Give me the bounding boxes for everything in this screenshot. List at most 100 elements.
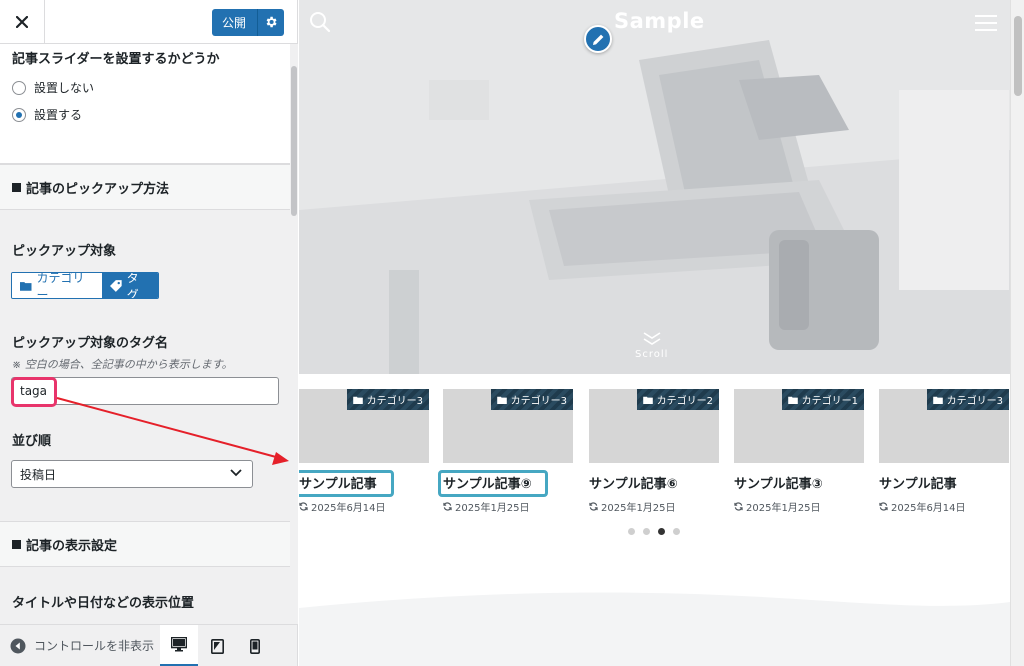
radio-circle[interactable]	[12, 80, 26, 95]
radio-label: 設置しない	[34, 81, 95, 95]
radio-circle-checked[interactable]	[12, 107, 26, 122]
category-label: カテゴリー3	[510, 396, 567, 407]
slider-card[interactable]: カテゴリー3 サンプル記事 2025年6月14日	[299, 389, 429, 519]
pickup-target-label: ピックアップ対象	[12, 244, 117, 259]
card-title[interactable]: サンプル記事	[879, 473, 957, 492]
preview-scrollbar-thumb[interactable]	[1014, 16, 1022, 96]
arrow-left-circle-icon	[10, 638, 26, 653]
folder-icon	[496, 396, 507, 404]
folder-icon	[20, 281, 32, 291]
tag-name-input[interactable]	[11, 377, 279, 405]
radio-label: 設置する	[34, 108, 83, 122]
toggle-tag-label: タグ	[126, 272, 139, 299]
chevron-down-icon	[230, 469, 242, 477]
site-title[interactable]: Sample	[614, 9, 705, 33]
publish-button[interactable]: 公開	[212, 9, 284, 36]
refresh-icon	[443, 502, 452, 511]
pager-dot[interactable]	[628, 528, 635, 535]
category-badge[interactable]: カテゴリー3	[926, 389, 1009, 410]
pickup-section-title: 記事のピックアップ方法	[26, 181, 170, 197]
refresh-icon	[734, 502, 743, 511]
card-date: 2025年6月14日	[299, 499, 386, 514]
category-label: カテゴリー2	[656, 396, 713, 407]
folder-icon	[642, 396, 653, 404]
display-position-label: タイトルや日付などの表示位置	[12, 596, 195, 611]
scroll-label: Scroll	[635, 349, 669, 360]
radio-use-slider[interactable]: 設置する	[12, 106, 82, 123]
square-bullet-icon	[12, 182, 21, 192]
panel-scrollbar[interactable]	[290, 44, 298, 624]
category-label: カテゴリー3	[366, 396, 423, 407]
category-label: カテゴリー3	[946, 396, 1003, 407]
preview-desktop-button[interactable]	[160, 625, 198, 666]
category-badge[interactable]: カテゴリー3	[346, 389, 429, 410]
tag-icon	[110, 279, 122, 292]
slider-card[interactable]: カテゴリー1 サンプル記事③ 2025年1月25日	[734, 389, 864, 519]
refresh-icon	[879, 502, 888, 511]
order-label: 並び順	[12, 434, 52, 449]
slider-card[interactable]: カテゴリー2 サンプル記事⑥ 2025年1月25日	[589, 389, 719, 519]
preview-scrollbar[interactable]	[1010, 0, 1024, 666]
panel-header: 公開	[0, 0, 297, 44]
square-bullet-icon	[12, 539, 21, 549]
card-title[interactable]: サンプル記事	[299, 473, 377, 492]
mobile-icon	[250, 638, 260, 654]
pickup-section-header: 記事のピックアップ方法	[0, 164, 290, 210]
display-section-header: 記事の表示設定	[0, 521, 290, 567]
pager-dot[interactable]	[673, 528, 680, 535]
card-date: 2025年6月14日	[879, 499, 966, 514]
card-date-text: 2025年1月25日	[601, 503, 676, 514]
tag-name-note: ※ 空白の場合、全記事の中から表示します。	[12, 358, 233, 371]
pencil-icon	[592, 34, 603, 45]
tag-name-label: ピックアップ対象のタグ名	[12, 336, 169, 351]
pager-dot[interactable]	[643, 528, 650, 535]
toggle-tag[interactable]: タグ	[102, 273, 158, 298]
toggle-category-label: カテゴリー	[36, 272, 85, 299]
card-date-text: 2025年1月25日	[455, 503, 530, 514]
hero-image: Sample Scroll	[299, 0, 1010, 374]
category-badge[interactable]: カテゴリー3	[490, 389, 573, 410]
card-title[interactable]: サンプル記事⑨	[443, 473, 532, 492]
collapse-controls-button[interactable]: コントロールを非表示	[10, 637, 154, 654]
preview-tablet-button[interactable]	[198, 625, 236, 666]
order-select-value: 投稿日	[20, 467, 57, 482]
radio-no-slider[interactable]: 設置しない	[12, 79, 94, 96]
order-select[interactable]: 投稿日	[11, 460, 253, 488]
folder-icon	[352, 396, 363, 404]
close-customizer-button[interactable]	[0, 0, 45, 44]
edit-shortcut-button[interactable]	[584, 25, 612, 53]
card-title[interactable]: サンプル記事⑥	[589, 473, 678, 492]
search-icon[interactable]	[309, 11, 331, 37]
card-date: 2025年1月25日	[734, 499, 821, 514]
panel-footer: コントロールを非表示	[0, 624, 297, 666]
customizer-panel: 公開 記事スライダーを設置するかどうか 設置しない 設置する 記事のピックアップ…	[0, 0, 298, 666]
site-preview: Sample Scroll カテゴリー3 サンプル記事 2025年6月14日 カ…	[299, 0, 1010, 666]
card-title[interactable]: サンプル記事③	[734, 473, 823, 492]
refresh-icon	[589, 502, 598, 511]
tablet-icon	[210, 638, 224, 654]
pager-dot-active[interactable]	[658, 528, 665, 535]
double-chevron-down-icon	[643, 332, 661, 345]
gear-icon[interactable]	[264, 15, 278, 29]
folder-icon	[787, 396, 798, 404]
scroll-indicator[interactable]: Scroll	[635, 332, 668, 360]
pickup-target-toggle: カテゴリー タグ	[11, 272, 159, 299]
display-section-title: 記事の表示設定	[26, 538, 118, 554]
folder-icon	[932, 396, 943, 404]
slider-setting-title: 記事スライダーを設置するかどうか	[12, 52, 220, 67]
panel-scrollbar-thumb[interactable]	[291, 66, 297, 216]
hamburger-menu-icon[interactable]	[975, 15, 997, 35]
slider-card[interactable]: カテゴリー3 サンプル記事 2025年6月14日	[879, 389, 1009, 519]
slider-card[interactable]: カテゴリー3 サンプル記事⑨ 2025年1月25日	[443, 389, 573, 519]
publish-label: 公開	[222, 16, 247, 30]
close-icon	[16, 16, 28, 28]
collapse-label: コントロールを非表示	[34, 639, 155, 653]
card-date: 2025年1月25日	[589, 499, 676, 514]
preview-mobile-button[interactable]	[236, 625, 274, 666]
category-badge[interactable]: カテゴリー1	[781, 389, 864, 410]
hero-background-photo	[299, 0, 1010, 374]
toggle-category[interactable]: カテゴリー	[12, 273, 102, 298]
desktop-icon	[171, 637, 187, 652]
publish-divider	[257, 9, 258, 36]
category-badge[interactable]: カテゴリー2	[636, 389, 719, 410]
